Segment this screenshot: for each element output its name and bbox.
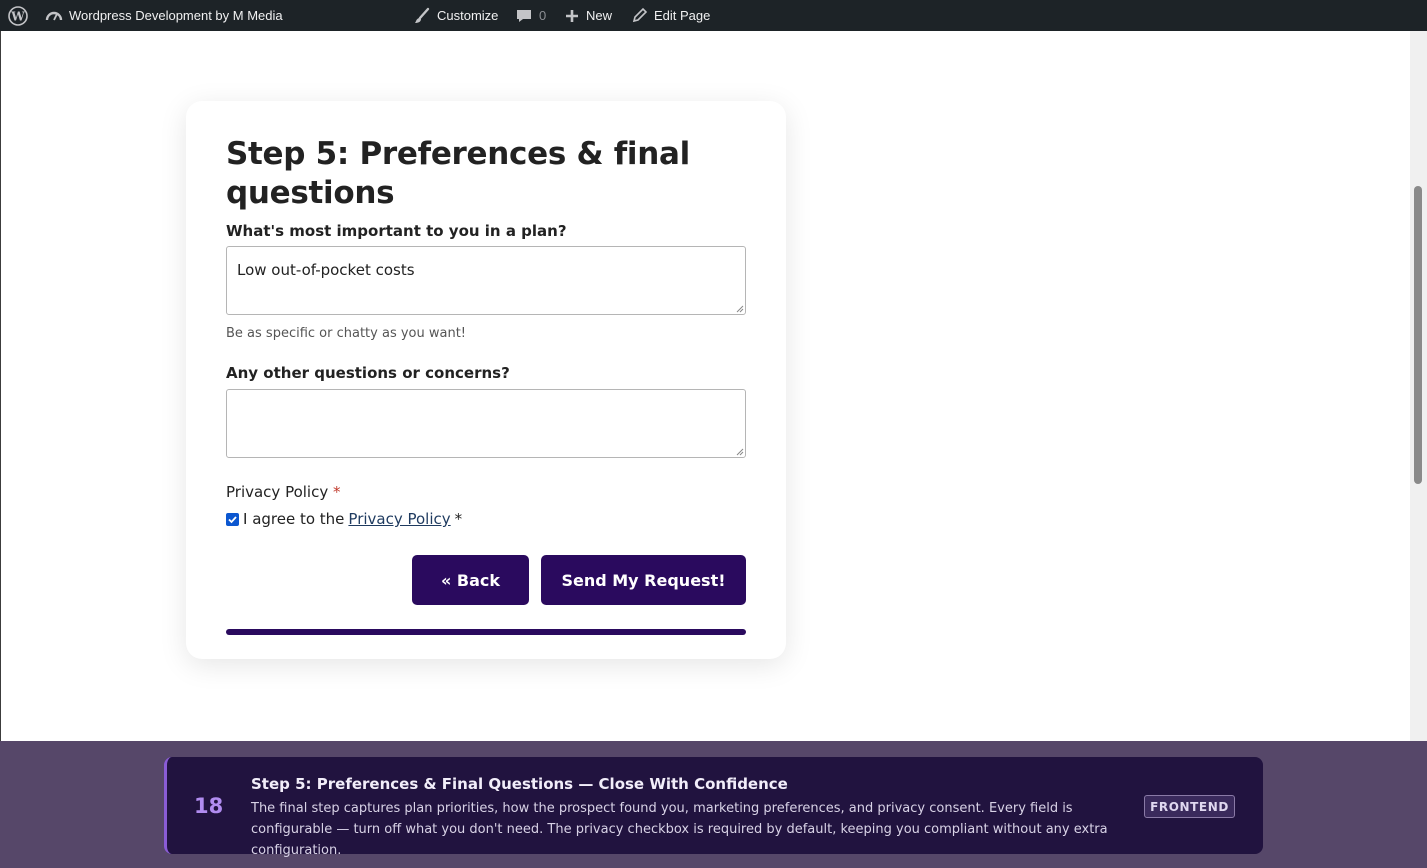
- privacy-policy-link[interactable]: Privacy Policy: [348, 510, 450, 528]
- checkmark-icon: [228, 515, 237, 523]
- resize-grip-icon[interactable]: [736, 448, 744, 456]
- edit-page-label: Edit Page: [654, 8, 711, 23]
- site-title: Wordpress Development by M Media: [69, 8, 283, 23]
- step-title: Step 5: Preferences & final questions: [226, 136, 690, 211]
- privacy-policy-label: Privacy Policy *: [226, 483, 341, 501]
- dashboard-icon: [45, 7, 63, 25]
- edit-page-link[interactable]: Edit Page: [631, 0, 710, 31]
- customize-link[interactable]: Customize: [413, 0, 498, 31]
- comments-link[interactable]: 0: [515, 0, 546, 31]
- other-questions-label: Any other questions or concerns?: [226, 364, 510, 382]
- privacy-consent-required: *: [454, 510, 463, 528]
- privacy-consent-checkbox[interactable]: [226, 512, 239, 526]
- window-edge: [0, 31, 1, 741]
- plan-priority-help: Be as specific or chatty as you want!: [226, 326, 467, 341]
- customize-label: Customize: [437, 8, 499, 23]
- new-label: New: [586, 8, 613, 23]
- scrollbar-thumb[interactable]: [1414, 186, 1422, 484]
- submit-button[interactable]: Send My Request!: [541, 555, 746, 605]
- wordpress-logo-icon[interactable]: W: [8, 0, 28, 31]
- plan-priority-textarea[interactable]: Low out-of-pocket costs: [226, 246, 746, 315]
- banner-description: The final step captures plan priorities,…: [251, 801, 1108, 858]
- new-content-link[interactable]: New: [564, 0, 612, 31]
- banner-step-number: 18: [194, 794, 224, 818]
- pencil-icon: [631, 7, 648, 24]
- plus-icon: [564, 8, 580, 24]
- svg-text:W: W: [10, 9, 25, 23]
- comments-count: 0: [539, 8, 547, 23]
- plan-priority-label: What's most important to you in a plan?: [226, 222, 567, 240]
- site-name-link[interactable]: Wordpress Development by M Media: [45, 0, 283, 31]
- admin-bar: W Wordpress Development by M Media Custo…: [0, 0, 1427, 31]
- required-marker: *: [333, 483, 341, 501]
- other-questions-textarea[interactable]: [226, 389, 746, 458]
- brush-icon: [413, 7, 431, 25]
- privacy-consent-prefix: I agree to the: [243, 510, 345, 528]
- privacy-policy-label-text: Privacy Policy: [226, 483, 329, 501]
- progress-bar: [226, 629, 746, 635]
- privacy-consent-row: I agree to the Privacy Policy *: [226, 510, 462, 528]
- resize-grip-icon[interactable]: [736, 305, 744, 313]
- comment-icon: [515, 7, 533, 25]
- back-button[interactable]: « Back: [412, 555, 529, 605]
- frontend-badge: FRONTEND: [1144, 795, 1235, 818]
- banner-title: Step 5: Preferences & Final Questions — …: [251, 775, 788, 793]
- plan-priority-value: Low out-of-pocket costs: [237, 261, 415, 279]
